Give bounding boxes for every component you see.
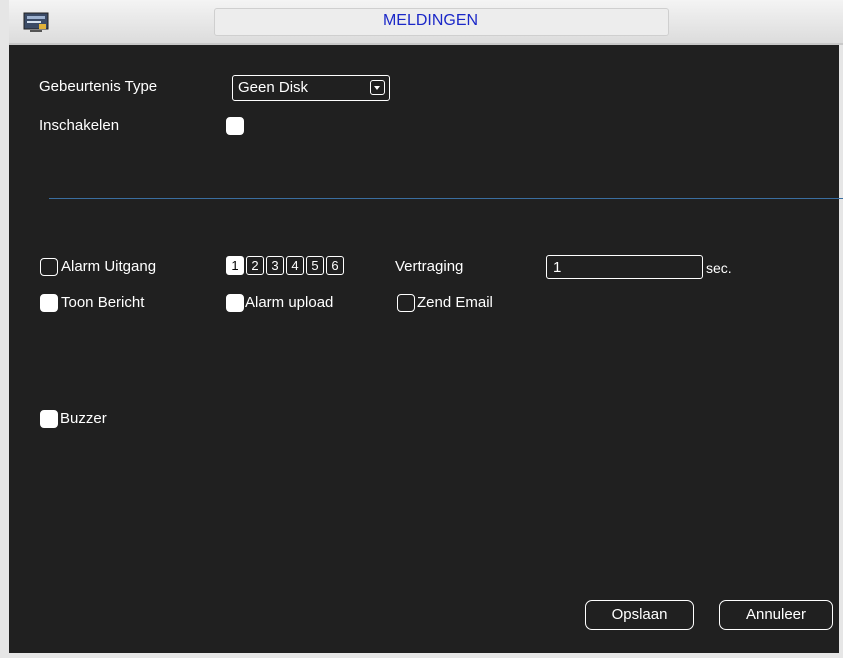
delay-value: 1 — [553, 259, 562, 276]
event-type-label: Gebeurtenis Type — [39, 78, 158, 95]
send-email-label: Zend Email — [417, 294, 493, 311]
show-message-checkbox[interactable] — [40, 294, 58, 312]
event-type-value: Geen Disk — [238, 79, 309, 96]
alarm-upload-label: Alarm upload — [245, 294, 334, 311]
title-bar: MELDINGEN — [9, 0, 843, 45]
show-message-label: Toon Bericht — [61, 294, 145, 311]
event-type-select[interactable]: Geen Disk — [232, 75, 390, 101]
buzzer-checkbox[interactable] — [40, 410, 58, 428]
cancel-button[interactable]: Annuleer — [719, 600, 833, 630]
delay-label: Vertraging — [395, 258, 464, 275]
channel-3-button[interactable]: 3 — [266, 256, 284, 275]
chevron-down-icon[interactable] — [370, 80, 385, 95]
channel-6-button[interactable]: 6 — [326, 256, 344, 275]
alarm-upload-checkbox[interactable] — [226, 294, 244, 312]
channel-1-button[interactable]: 1 — [226, 256, 244, 275]
buzzer-label: Buzzer — [60, 410, 107, 427]
save-button[interactable]: Opslaan — [585, 600, 694, 630]
channel-4-button[interactable]: 4 — [286, 256, 304, 275]
window-title: MELDINGEN — [382, 12, 479, 29]
delay-input[interactable]: 1 — [546, 255, 703, 279]
send-email-checkbox[interactable] — [397, 294, 415, 312]
channel-5-button[interactable]: 5 — [306, 256, 324, 275]
section-divider — [49, 198, 843, 199]
alarm-output-checkbox[interactable] — [40, 258, 58, 276]
dialog-window: MELDINGEN Gebeurtenis Type Geen Disk Ins… — [0, 0, 843, 658]
alarm-output-label: Alarm Uitgang — [61, 258, 157, 275]
delay-unit: sec. — [706, 260, 732, 276]
enable-checkbox[interactable] — [226, 117, 244, 135]
enable-label: Inschakelen — [39, 117, 120, 134]
channel-2-button[interactable]: 2 — [246, 256, 264, 275]
